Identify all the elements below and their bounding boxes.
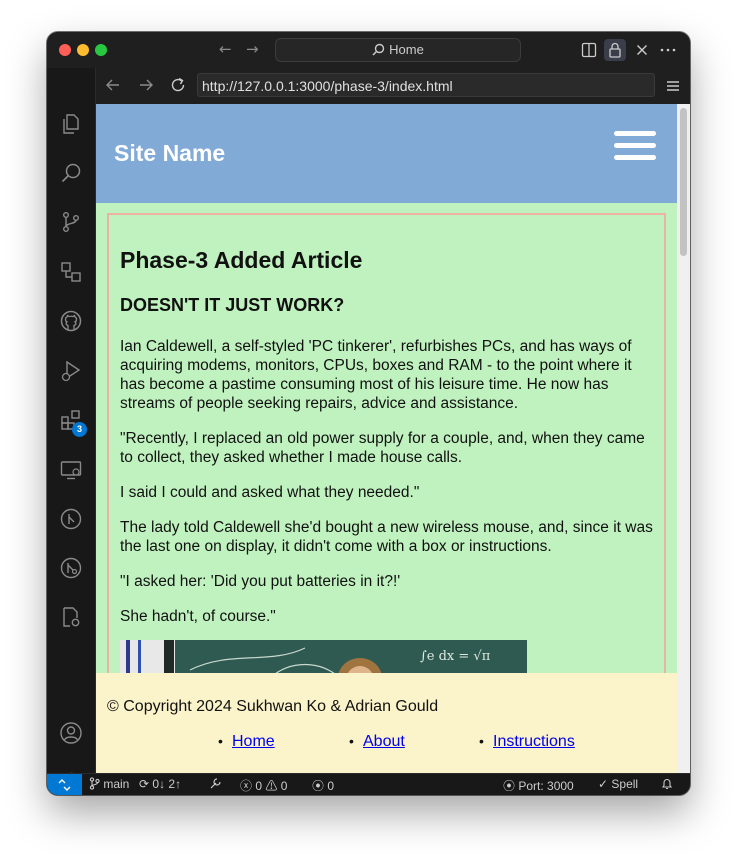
svg-text:∫e dx = √π: ∫e dx = √π [420, 649, 491, 664]
branch-icon [89, 777, 100, 790]
wrench-icon [210, 778, 221, 789]
article-paragraph: I said I could and asked what they neede… [120, 484, 420, 501]
remote-icon [58, 779, 71, 791]
error-icon: ⓧ [240, 779, 253, 793]
url-input[interactable]: http://127.0.0.1:3000/phase-3/index.html [197, 73, 655, 97]
article-paragraph: "Recently, I replaced an old power suppl… [120, 430, 645, 466]
article-subtitle: DOESN'T IT JUST WORK? [120, 295, 345, 315]
hamburger-menu-icon[interactable] [614, 131, 656, 161]
problems-indicator[interactable]: ⓧ 0 ⚠ 0 [240, 777, 287, 794]
article: Phase-3 Added Article DOESN'T IT JUST WO… [107, 213, 666, 693]
browser-menu-icon[interactable] [665, 78, 681, 99]
footer-link-about[interactable]: About [363, 733, 405, 751]
run-debug-icon[interactable] [59, 359, 83, 383]
extensions-icon[interactable]: 3 [59, 408, 87, 437]
editor-window: ← → Home 3 http://127.0.0.1:3000/phase-3… [47, 32, 690, 795]
split-editor-icon[interactable] [579, 40, 599, 60]
git-graph-icon[interactable] [59, 507, 83, 531]
github-icon[interactable] [59, 309, 83, 333]
site-header: Site Name [96, 104, 677, 203]
copyright-text: © Copyright 2024 Sukhwan Ko & Adrian Gou… [107, 698, 439, 715]
tools-indicator[interactable] [209, 777, 222, 791]
title-bar: ← → Home [47, 32, 690, 68]
article-paragraph: Ian Caldewell, a self-styled 'PC tinkere… [120, 338, 632, 412]
file-gear-icon[interactable] [59, 605, 83, 629]
error-count: 0 [255, 779, 263, 793]
extensions-badge: 3 [72, 422, 87, 437]
browser-forward-icon[interactable] [138, 77, 154, 98]
more-actions-icon[interactable] [658, 40, 678, 60]
close-tab-icon[interactable] [632, 40, 652, 60]
remote-monitor-icon[interactable] [59, 458, 83, 482]
activity-bar: 3 1 [47, 68, 96, 795]
article-paragraph: "I asked her: 'Did you put batteries in … [120, 573, 401, 590]
explorer-icon[interactable] [59, 112, 83, 136]
source-control-icon[interactable] [59, 210, 83, 234]
remote-indicator[interactable] [47, 774, 82, 795]
command-center-label: Home [389, 42, 424, 57]
close-window-button[interactable] [59, 44, 71, 56]
sync-icon: ⟳ [139, 777, 150, 791]
spell-label: Spell [611, 777, 639, 791]
notifications-bell-icon[interactable] [661, 777, 673, 791]
article-paragraph: She hadn't, of course." [120, 608, 276, 625]
footer-link-home[interactable]: Home [232, 733, 275, 751]
search-icon[interactable] [59, 161, 83, 185]
site-name[interactable]: Site Name [114, 140, 225, 167]
site-footer: © Copyright 2024 Sukhwan Ko & Adrian Gou… [96, 673, 677, 773]
footer-link-instructions[interactable]: Instructions [493, 733, 575, 751]
reload-icon[interactable] [170, 77, 186, 98]
search-icon [372, 43, 385, 56]
minimize-window-button[interactable] [77, 44, 89, 56]
broadcast-icon: ⦿ [503, 779, 516, 793]
status-bar: main ⟳ 0↓ 2↑ ⓧ 0 ⚠ 0 ⦿ 0 ⦿ Port: 3000 ✓ … [47, 773, 690, 795]
pull-requests-icon[interactable] [59, 556, 83, 580]
list-bullet: • [218, 733, 223, 749]
list-bullet: • [479, 733, 484, 749]
spell-indicator[interactable]: ✓ Spell [598, 777, 638, 791]
browser-viewport: Site Name Phase-3 Added Article DOESN'T … [96, 104, 690, 773]
browser-toolbar: http://127.0.0.1:3000/phase-3/index.html [96, 68, 690, 104]
check-icon: ✓ [598, 777, 609, 791]
page-scrollbar[interactable] [677, 104, 690, 773]
sync-status: 0↓ 2↑ [152, 777, 182, 791]
branch-indicator[interactable]: main [89, 777, 129, 791]
command-center[interactable]: Home [275, 38, 521, 62]
forward-arrow-icon[interactable]: → [246, 40, 259, 58]
scrollbar-thumb[interactable] [680, 108, 687, 256]
maximize-window-button[interactable] [95, 44, 107, 56]
account-icon[interactable] [59, 721, 83, 745]
ports-count: 0 [327, 779, 335, 793]
broadcast-icon: ⦿ [312, 779, 325, 793]
article-paragraph: The lady told Caldewell she'd bought a n… [120, 519, 653, 555]
ports-indicator[interactable]: ⦿ 0 [312, 777, 334, 794]
list-bullet: • [349, 733, 354, 749]
remote-explorer-icon[interactable] [59, 260, 83, 284]
article-title: Phase-3 Added Article [120, 247, 363, 273]
sync-indicator[interactable]: ⟳ 0↓ 2↑ [139, 777, 181, 791]
port-label: Port: 3000 [518, 779, 574, 793]
warning-count: 0 [280, 779, 288, 793]
main-content: Phase-3 Added Article DOESN'T IT JUST WO… [96, 203, 677, 693]
warning-icon: ⚠ [265, 779, 278, 793]
branch-name: main [103, 777, 130, 791]
browser-back-icon[interactable] [105, 77, 121, 98]
port-indicator[interactable]: ⦿ Port: 3000 [503, 777, 574, 794]
back-arrow-icon[interactable]: ← [219, 40, 232, 58]
lock-icon[interactable] [604, 39, 626, 61]
